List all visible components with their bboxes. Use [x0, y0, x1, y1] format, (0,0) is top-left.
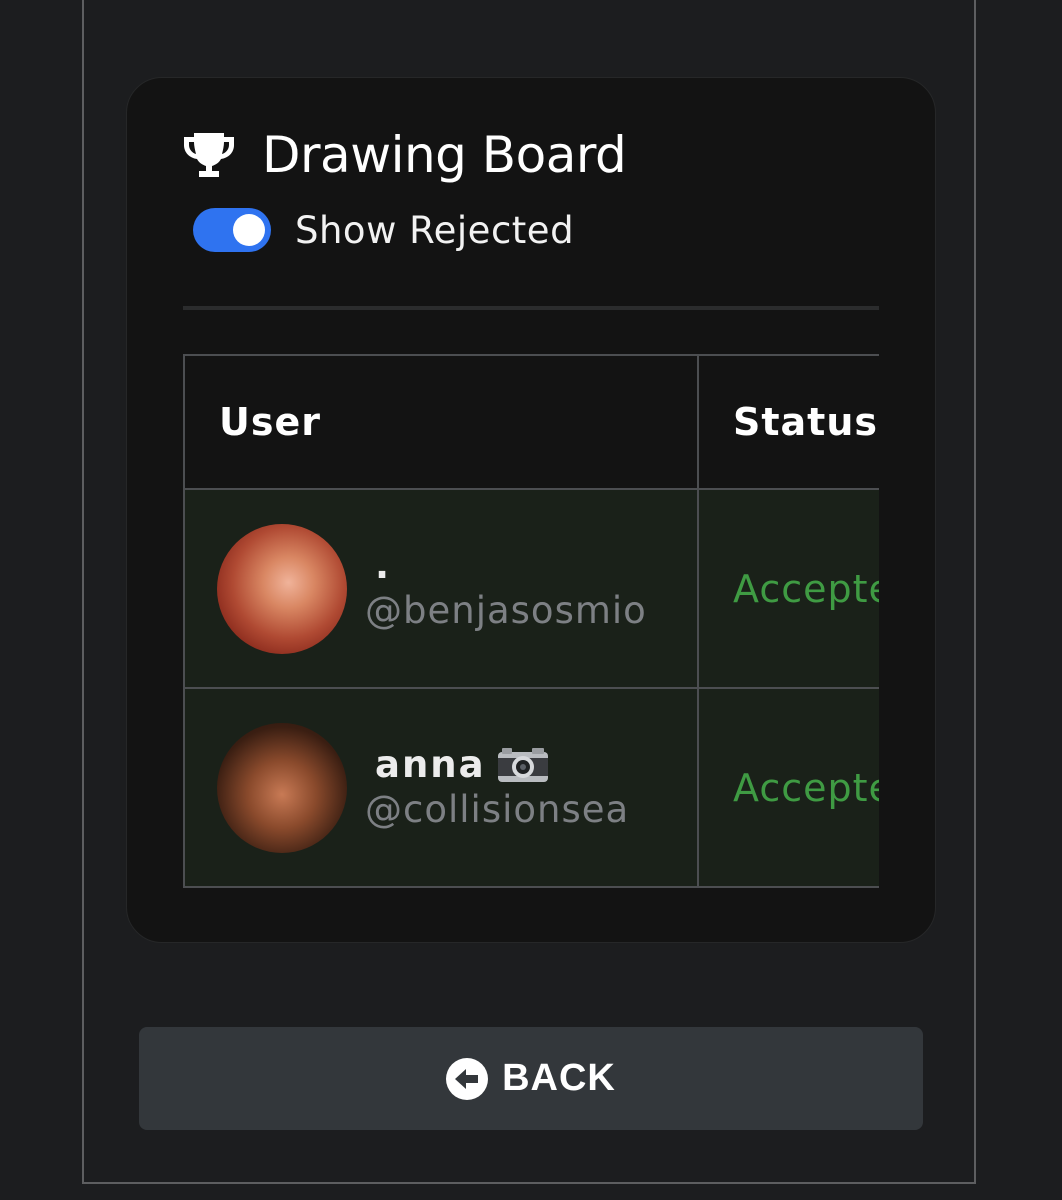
table-row[interactable]: anna @collisionsea Accept: [183, 687, 879, 888]
user-handle[interactable]: @benjasosmio: [365, 588, 647, 634]
table-row[interactable]: . @benjasosmio Accepted: [183, 488, 879, 689]
camera-icon: [496, 746, 550, 784]
drawing-board-card: Drawing Board Show Rejected User Status: [126, 77, 936, 943]
show-rejected-toggle[interactable]: [193, 208, 271, 252]
users-table-scroll[interactable]: User Status . @benjasosmio Accept anna @…: [183, 354, 879, 888]
status-cell: Accepted: [697, 488, 879, 689]
status-cell: Accepted: [697, 687, 879, 888]
avatar[interactable]: [217, 523, 347, 654]
user-cell: anna @collisionsea: [183, 687, 699, 888]
users-table: User Status . @benjasosmio Accept anna @…: [183, 354, 879, 888]
divider: [183, 306, 879, 310]
display-name: .: [375, 543, 392, 587]
trophy-icon: [182, 131, 236, 179]
column-header-user: User: [183, 354, 699, 490]
user-names: . @benjasosmio: [365, 544, 647, 634]
back-button[interactable]: BACK: [139, 1027, 923, 1130]
user-names: anna @collisionsea: [365, 743, 629, 833]
toggle-knob: [233, 214, 265, 246]
user-cell: . @benjasosmio: [183, 488, 699, 689]
table-header-row: User Status: [183, 354, 879, 490]
show-rejected-label: Show Rejected: [295, 208, 575, 252]
display-name: anna: [365, 743, 629, 787]
card-header: Drawing Board: [182, 126, 627, 184]
column-header-status: Status: [697, 354, 879, 490]
back-button-label: BACK: [502, 1057, 616, 1099]
avatar[interactable]: [217, 722, 347, 853]
user-handle[interactable]: @collisionsea: [365, 787, 629, 833]
arrow-left-circle-icon: [446, 1057, 489, 1100]
page-title: Drawing Board: [262, 126, 627, 184]
show-rejected-row: Show Rejected: [193, 206, 574, 254]
